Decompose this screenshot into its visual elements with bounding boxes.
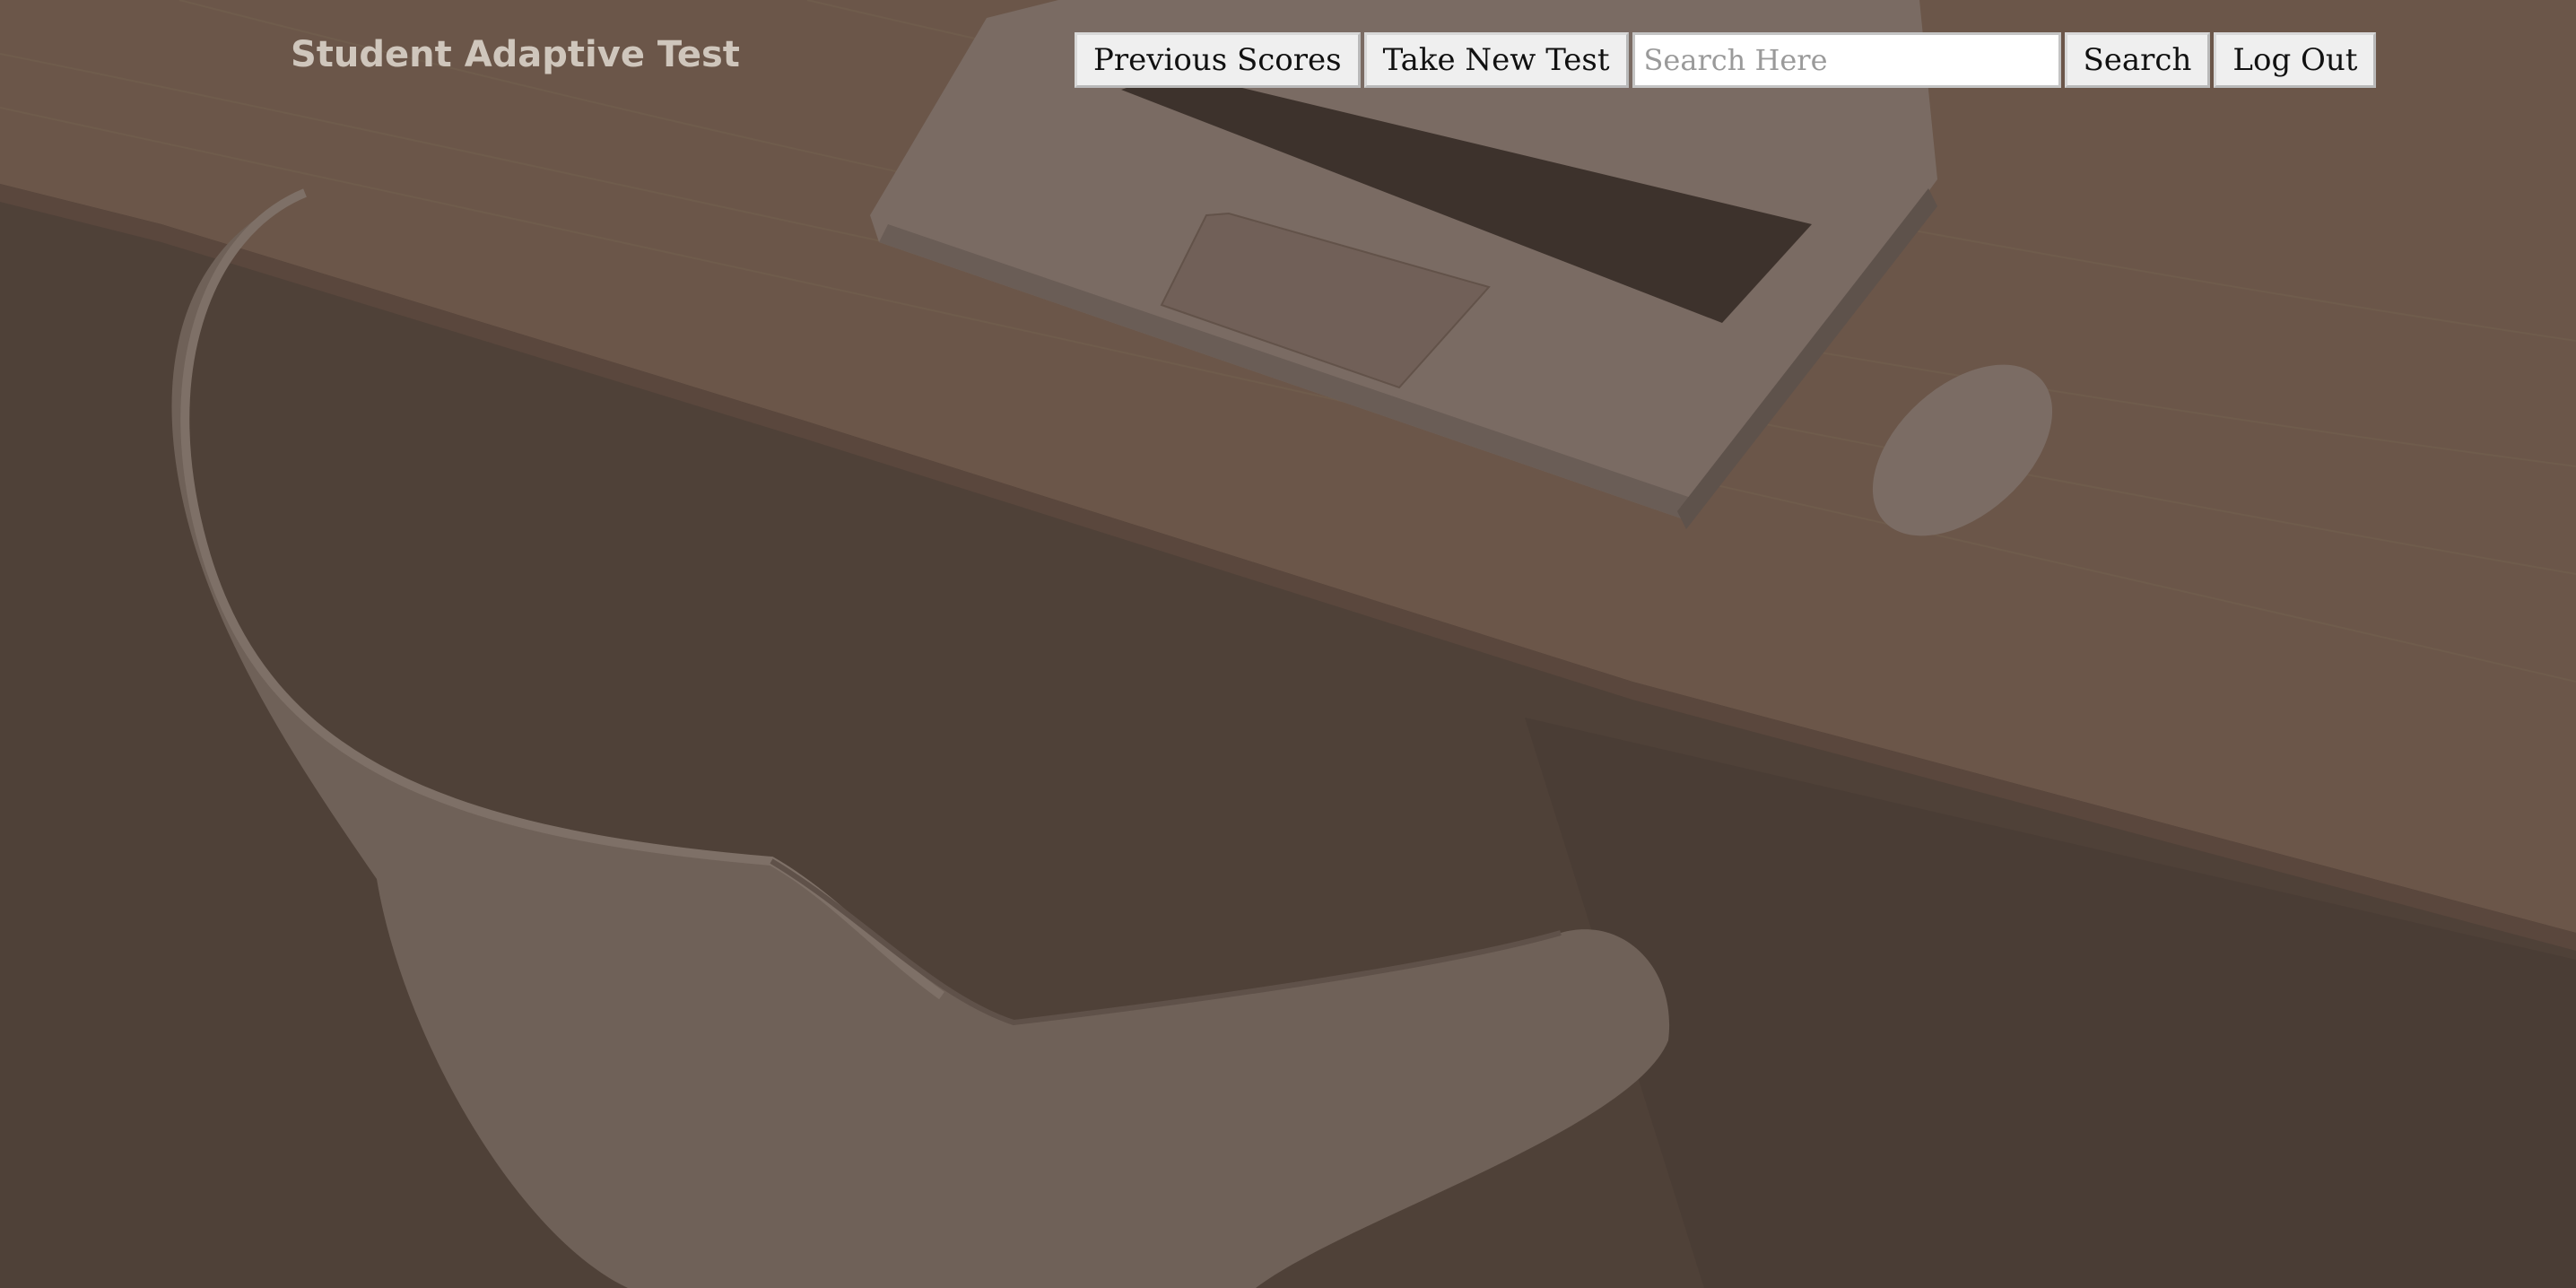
- search-input[interactable]: [1632, 32, 2061, 88]
- background-scene: [0, 0, 2576, 1288]
- log-out-button[interactable]: Log Out: [2214, 32, 2377, 88]
- previous-scores-button[interactable]: Previous Scores: [1075, 32, 1361, 88]
- nav-actions: Previous Scores Take New Test Search Log…: [1075, 32, 2377, 88]
- top-navbar: Student Adaptive Test Previous Scores Ta…: [0, 0, 2576, 122]
- search-button[interactable]: Search: [2064, 32, 2211, 88]
- site-title[interactable]: Student Adaptive Test: [291, 34, 740, 75]
- take-new-test-button[interactable]: Take New Test: [1363, 32, 1629, 88]
